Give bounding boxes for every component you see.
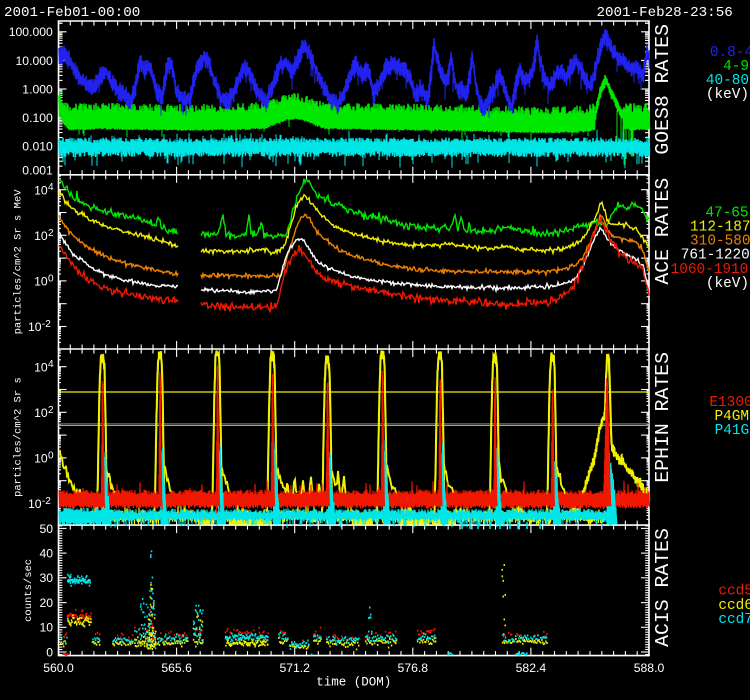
svg-text:0: 0	[46, 645, 53, 659]
svg-text:10: 10	[34, 229, 48, 243]
svg-text:2001-Feb28-23:56: 2001-Feb28-23:56	[597, 5, 733, 21]
svg-text:0: 0	[48, 450, 54, 461]
svg-text:30: 30	[39, 571, 53, 585]
svg-text:10: 10	[39, 621, 53, 635]
svg-text:2: 2	[48, 405, 54, 416]
svg-text:576.8: 576.8	[398, 661, 429, 675]
svg-text:50: 50	[39, 522, 53, 536]
svg-text:0.100: 0.100	[22, 111, 53, 125]
svg-text:2001-Feb01-00:00: 2001-Feb01-00:00	[4, 5, 140, 21]
svg-text:4: 4	[48, 359, 54, 370]
svg-text:565.6: 565.6	[161, 661, 192, 675]
svg-text:10: 10	[28, 497, 42, 511]
svg-text:560.0: 560.0	[43, 661, 74, 675]
svg-text:0.010: 0.010	[22, 140, 53, 154]
svg-text:10: 10	[28, 320, 42, 334]
svg-text:particles/cm^2 Sr s MeV: particles/cm^2 Sr s MeV	[13, 189, 25, 335]
svg-text:10: 10	[34, 452, 48, 466]
svg-text:10.000: 10.000	[16, 54, 53, 68]
svg-text:582.4: 582.4	[516, 661, 547, 675]
svg-text:time (DOM): time (DOM)	[316, 676, 391, 690]
svg-text:20: 20	[39, 596, 53, 610]
svg-text:4: 4	[48, 182, 54, 193]
svg-text:588.0: 588.0	[634, 661, 665, 675]
svg-text:ccd7: ccd7	[718, 612, 750, 628]
svg-text:2: 2	[48, 228, 54, 239]
svg-text:-2: -2	[42, 319, 51, 330]
svg-text:(keV): (keV)	[706, 276, 749, 292]
svg-text:0.001: 0.001	[22, 163, 53, 177]
svg-text:100.000: 100.000	[9, 25, 53, 39]
svg-text:10: 10	[34, 275, 48, 289]
svg-text:571.2: 571.2	[279, 661, 310, 675]
svg-text:10: 10	[34, 406, 48, 420]
svg-text:10: 10	[34, 183, 48, 197]
svg-text:1.000: 1.000	[22, 82, 53, 96]
svg-text:10: 10	[34, 360, 48, 374]
svg-text:40: 40	[39, 547, 53, 561]
svg-text:counts/sec: counts/sec	[23, 559, 35, 622]
svg-text:0: 0	[48, 273, 54, 284]
svg-text:P41GM: P41GM	[715, 423, 750, 439]
svg-text:particles/cm^2 Sr s: particles/cm^2 Sr s	[13, 377, 25, 497]
svg-text:(keV): (keV)	[706, 87, 749, 103]
svg-text:GOES8 RATES: GOES8 RATES	[652, 24, 674, 155]
svg-text:EPHIN RATES: EPHIN RATES	[652, 352, 674, 483]
svg-text:-2: -2	[42, 496, 51, 507]
svg-text:ACIS RATES: ACIS RATES	[652, 528, 674, 647]
